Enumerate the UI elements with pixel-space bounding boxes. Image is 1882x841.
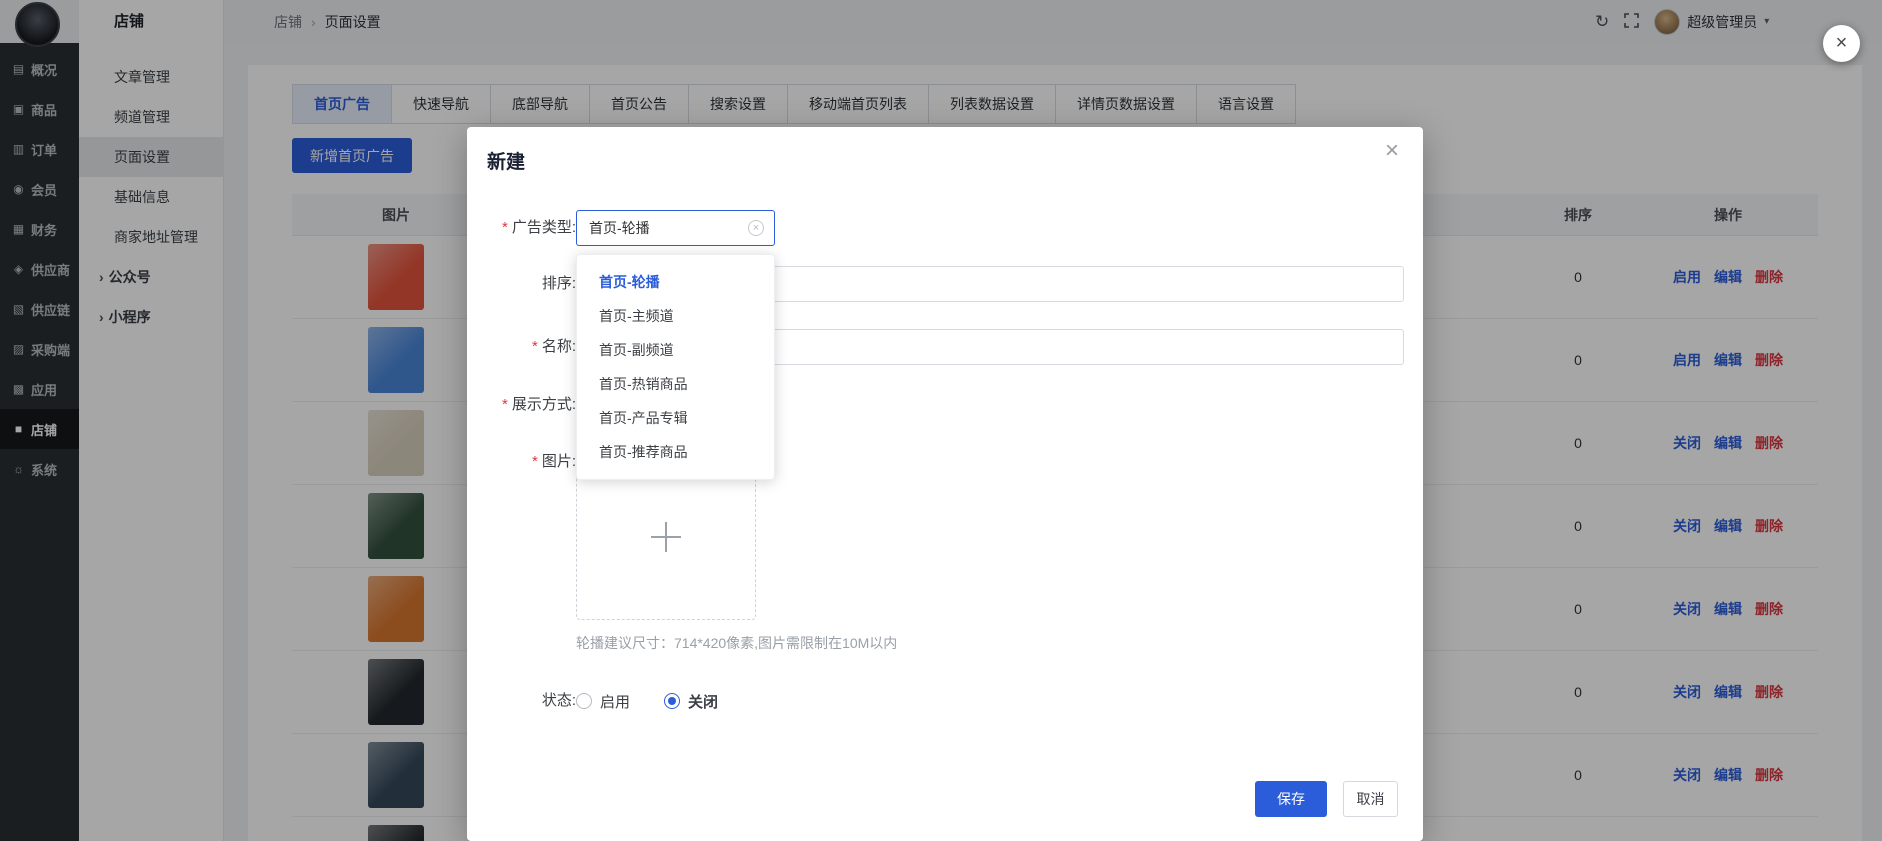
status-label: 状态:	[469, 683, 576, 719]
image-label: 图片:	[469, 444, 576, 480]
status-disable-radio[interactable]: 关闭	[664, 691, 718, 712]
ad-type-value: 首页-轮播	[589, 218, 748, 238]
save-button[interactable]: 保存	[1255, 781, 1327, 817]
status-enable-label: 启用	[600, 691, 630, 712]
radio-checked-icon	[664, 693, 680, 709]
option-home-sub-channel[interactable]: 首页-副频道	[577, 333, 774, 367]
display-mode-label: 展示方式:	[469, 387, 576, 423]
option-home-recommended-goods[interactable]: 首页-推荐商品	[577, 435, 774, 469]
ad-type-label: 广告类型:	[469, 210, 576, 246]
name-label: 名称:	[469, 329, 576, 365]
modal-title: 新建	[487, 147, 525, 174]
ad-type-dropdown: 首页-轮播 首页-主频道 首页-副频道 首页-热销商品 首页-产品专辑 首页-推…	[576, 254, 775, 480]
new-ad-modal: 新建 × 广告类型: 首页-轮播 排序: 名称: 展示方式: 图片: 轮播建议尺…	[467, 127, 1423, 841]
image-size-hint: 轮播建议尺寸：714*420像素,图片需限制在10M以内	[576, 633, 897, 653]
sort-label: 排序:	[469, 266, 576, 302]
status-disable-label: 关闭	[688, 691, 718, 712]
image-upload-box[interactable]	[576, 468, 756, 620]
option-home-carousel[interactable]: 首页-轮播	[577, 265, 774, 299]
option-home-product-album[interactable]: 首页-产品专辑	[577, 401, 774, 435]
ad-type-select[interactable]: 首页-轮播	[576, 210, 775, 246]
radio-unchecked-icon	[576, 693, 592, 709]
clear-icon[interactable]	[748, 220, 764, 236]
option-home-main-channel[interactable]: 首页-主频道	[577, 299, 774, 333]
option-home-hot-goods[interactable]: 首页-热销商品	[577, 367, 774, 401]
status-radio-group: 启用 关闭	[576, 683, 718, 719]
overlay-close-button[interactable]: ×	[1823, 25, 1860, 62]
status-enable-radio[interactable]: 启用	[576, 691, 630, 712]
plus-icon	[651, 522, 681, 552]
cancel-button[interactable]: 取消	[1343, 781, 1398, 817]
close-icon[interactable]: ×	[1385, 139, 1399, 163]
